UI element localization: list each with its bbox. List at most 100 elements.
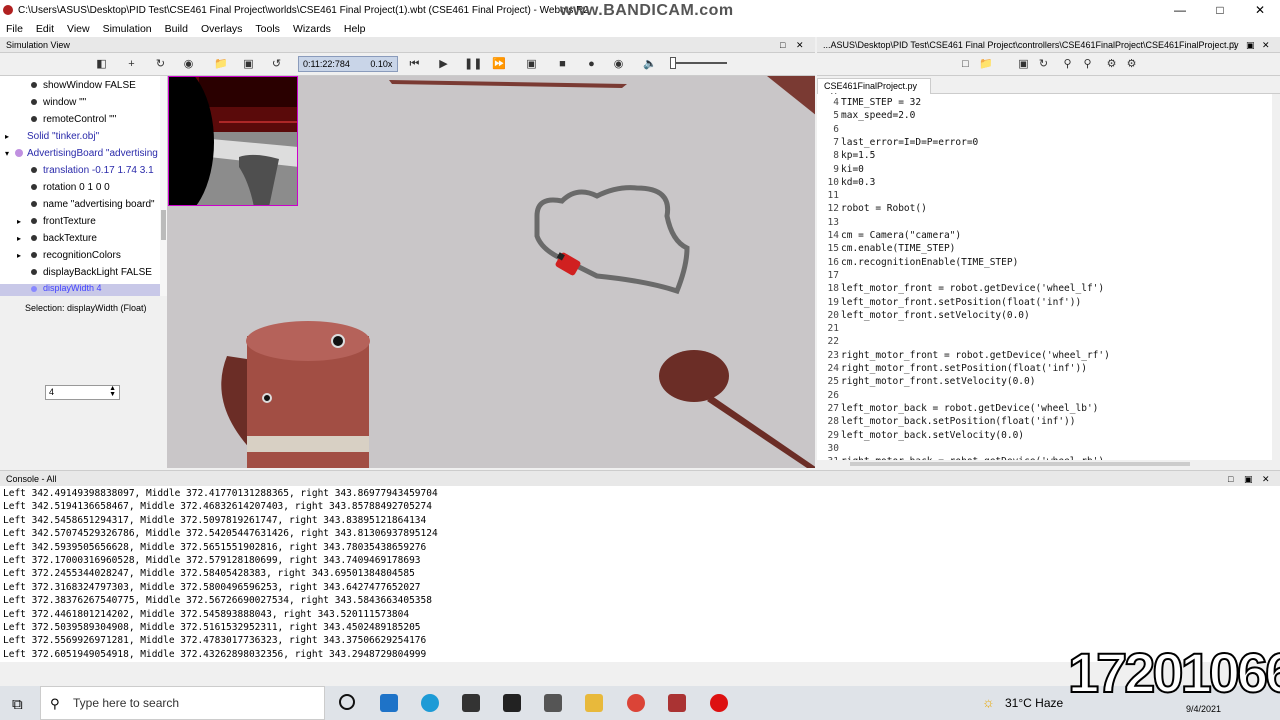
fast-forward-icon[interactable]: ⏩ (492, 58, 506, 71)
find-icon[interactable]: ⚲ (1061, 58, 1074, 71)
field-value-spinbox[interactable]: 4 ▲ ▼ (45, 385, 120, 400)
tree-item[interactable]: name "advertising board" (31, 196, 155, 213)
code-line[interactable]: left_motor_front.setVelocity(0.0) (841, 310, 1030, 321)
code-line[interactable]: left_motor_back = robot.getDevice('wheel… (841, 403, 1098, 414)
expand-arrow-icon[interactable]: ▸ (17, 213, 21, 230)
screenshot-icon[interactable]: ◉ (612, 58, 625, 71)
tree-item[interactable]: window "" (31, 94, 86, 111)
minimize-icon[interactable]: — (1160, 0, 1200, 21)
store-icon[interactable] (462, 694, 480, 712)
rotate-view-icon[interactable]: ↻ (154, 58, 167, 71)
clean-icon[interactable]: ⚙ (1125, 58, 1138, 71)
maximize-icon[interactable]: □ (1200, 0, 1240, 21)
close-panel-icon[interactable]: ✕ (796, 40, 804, 51)
open-world-icon[interactable]: 📁 (214, 58, 228, 71)
tree-scrollbar[interactable] (160, 76, 167, 296)
code-line[interactable]: left_motor_front = robot.getDevice('whee… (841, 283, 1104, 294)
code-line[interactable]: right_motor_front = robot.getDevice('whe… (841, 350, 1110, 361)
bandicam-icon[interactable] (710, 694, 728, 712)
save-world-icon[interactable]: ▣ (242, 58, 255, 71)
menu-build[interactable]: Build (165, 23, 188, 35)
tree-item[interactable]: ▾ AdvertisingBoard "advertising (5, 145, 158, 162)
tree-item[interactable]: displayBackLight FALSE (31, 264, 152, 281)
tree-item[interactable]: rotation 0 1 0 0 (31, 179, 110, 196)
render-icon[interactable]: ▣ (525, 58, 538, 71)
terminal-icon[interactable] (503, 694, 521, 712)
code-line[interactable]: right_motor_front.setPosition(float('inf… (841, 363, 1087, 374)
tree-item-selected[interactable]: displayWidth 4 (0, 283, 160, 296)
code-line[interactable]: TIME_STEP = 32 (841, 97, 921, 108)
menu-simulation[interactable]: Simulation (103, 23, 152, 35)
tree-item[interactable]: translation -0.17 1.74 3.1 (31, 162, 154, 179)
replace-icon[interactable]: ⚲ (1081, 58, 1094, 71)
code-line[interactable]: right_motor_front.setVelocity(0.0) (841, 376, 1035, 387)
sound-icon[interactable]: 🔈 (643, 58, 657, 71)
code-line[interactable]: cm = Camera("camera") (841, 230, 961, 241)
editor-vertical-scrollbar[interactable] (1272, 94, 1280, 460)
code-line[interactable]: robot = Robot() (841, 203, 927, 214)
mail-icon[interactable] (380, 694, 398, 712)
build-icon[interactable]: ⚙ (1105, 58, 1118, 71)
close-editor-icon[interactable]: ✕ (1262, 40, 1270, 51)
record-movie-icon[interactable]: ■ (556, 58, 569, 71)
pause-icon[interactable]: ❚❚ (464, 58, 482, 71)
add-node-icon[interactable]: + (125, 58, 138, 71)
code-line[interactable]: left_motor_front.setPosition(float('inf'… (841, 297, 1081, 308)
float-console-icon[interactable]: □ (1228, 474, 1233, 484)
reset-icon[interactable]: ⏮ (408, 58, 421, 71)
camera-overlay[interactable] (168, 76, 298, 206)
menu-overlays[interactable]: Overlays (201, 23, 242, 35)
menu-tools[interactable]: Tools (255, 23, 280, 35)
volume-slider-thumb[interactable] (670, 57, 676, 69)
webots-icon[interactable] (668, 694, 686, 712)
code-line[interactable]: ki=0 (841, 164, 864, 175)
weather-text[interactable]: 31°C Haze (1005, 696, 1063, 710)
code-line[interactable]: max_speed=2.0 (841, 110, 915, 121)
tree-item[interactable]: ▸ frontTexture (17, 213, 96, 230)
code-line[interactable]: cm.recognitionEnable(TIME_STEP) (841, 257, 1018, 268)
cortana-icon[interactable] (339, 694, 355, 710)
float-editor-icon[interactable]: □ (1230, 40, 1235, 50)
code-line[interactable]: cm.enable(TIME_STEP) (841, 243, 955, 254)
windows-start-icon[interactable]: ⧉ (12, 696, 23, 713)
save-file-icon[interactable]: ▣ (1017, 58, 1030, 71)
code-editor[interactable]: 4 TIME_STEP = 32 5 max_speed=2.0 6 7 last_erro… (817, 94, 1280, 460)
tree-item[interactable]: remoteControl "" (31, 111, 116, 128)
code-line[interactable]: kp=1.5 (841, 150, 875, 161)
tree-item[interactable]: ▸ recognitionColors (17, 247, 121, 264)
close-console-icon[interactable]: ✕ (1262, 474, 1270, 485)
editor-scrollbar-thumb[interactable] (850, 462, 1190, 466)
menu-wizards[interactable]: Wizards (293, 23, 331, 35)
expand-arrow-icon[interactable]: ▸ (17, 230, 21, 247)
code-line[interactable]: last_error=I=D=P=error=0 (841, 137, 978, 148)
new-file-icon[interactable]: □ (959, 58, 972, 71)
code-line[interactable]: kd=0.3 (841, 177, 875, 188)
edge-icon[interactable] (421, 694, 439, 712)
restore-editor-icon[interactable]: ▣ (1246, 40, 1255, 51)
reload-world-icon[interactable]: ↺ (270, 58, 283, 71)
menu-help[interactable]: Help (344, 23, 366, 35)
tree-item[interactable]: ▸ backTexture (17, 230, 97, 247)
spin-arrows-icon[interactable]: ▲ ▼ (109, 385, 116, 398)
editor-tab[interactable]: CSE461FinalProject.py ✕ (817, 78, 931, 101)
collapse-arrow-icon[interactable]: ▾ (5, 145, 9, 162)
app-icon[interactable] (544, 694, 562, 712)
record-icon[interactable]: ● (585, 58, 598, 71)
console-output[interactable]: Left 342.49149398838097, Middle 372.4177… (0, 486, 1280, 662)
tree-scrollbar-thumb[interactable] (161, 210, 166, 240)
tree-item[interactable]: showWindow FALSE (31, 77, 136, 94)
code-line[interactable]: left_motor_back.setVelocity(0.0) (841, 430, 1024, 441)
tree-item[interactable]: ▸ Solid "tinker.obj" (5, 128, 99, 145)
float-panel-icon[interactable]: □ (780, 40, 785, 50)
volume-slider-track[interactable] (672, 62, 727, 64)
expand-arrow-icon[interactable]: ▸ (17, 247, 21, 264)
expand-arrow-icon[interactable]: ▸ (5, 128, 9, 145)
toggle-scene-tree-icon[interactable]: ◧ (95, 58, 108, 71)
menu-edit[interactable]: Edit (36, 23, 54, 35)
chrome-icon[interactable] (627, 694, 645, 712)
code-line[interactable]: left_motor_back.setPosition(float('inf')… (841, 416, 1076, 427)
menu-view[interactable]: View (67, 23, 90, 35)
revert-file-icon[interactable]: ↻ (1037, 58, 1050, 71)
step-icon[interactable]: ▶ (437, 58, 450, 71)
restore-console-icon[interactable]: ▣ (1244, 474, 1253, 485)
